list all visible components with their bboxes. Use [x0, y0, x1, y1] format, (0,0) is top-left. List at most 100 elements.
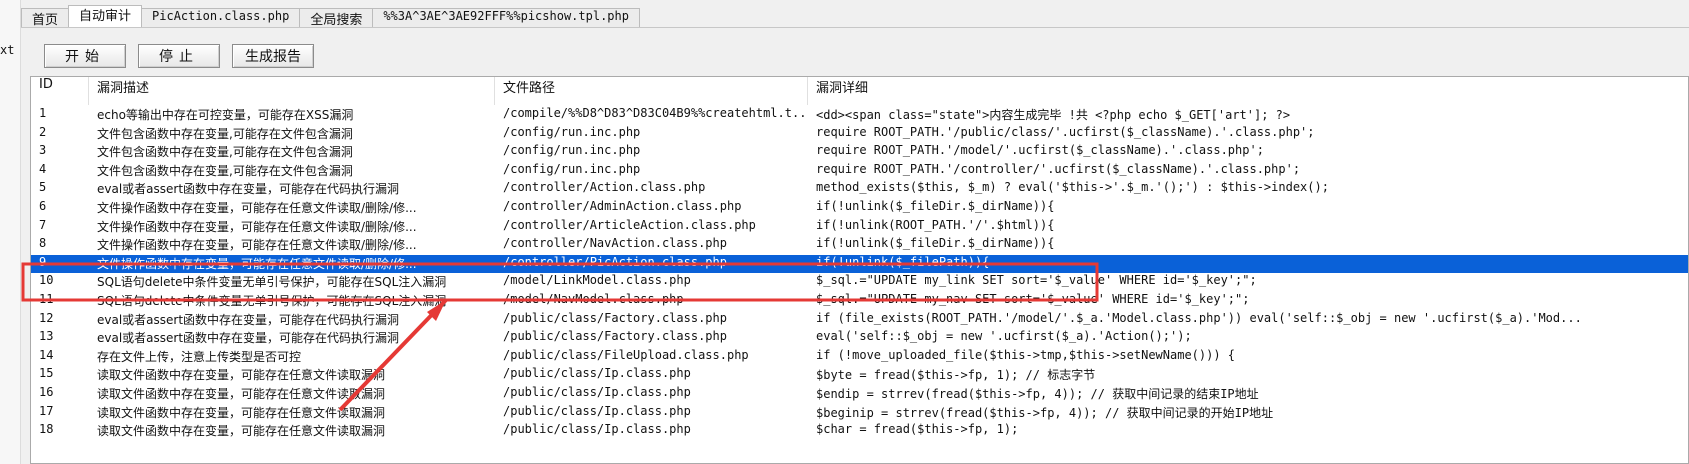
row-id: 4 — [39, 161, 47, 176]
row-description: eval或者assert函数中存在变量，可能存在代码执行漏洞 — [97, 182, 400, 197]
row-file-path: /controller/AdminAction.class.php — [503, 198, 742, 213]
row-id: 18 — [39, 422, 54, 437]
row-detail: $_sql.="UPDATE my_link SET sort='$_value… — [816, 273, 1257, 288]
generate-report-button[interactable]: 生成报告 — [232, 44, 314, 68]
table-row[interactable]: 1 echo等输出中存在可控变量，可能存在XSS漏洞/compile/%%D8^D… — [31, 106, 1688, 125]
row-description: 读取文件函数中存在变量，可能存在任意文件读取漏洞 — [97, 368, 386, 383]
vulnerability-rows: 1 echo等输出中存在可控变量，可能存在XSS漏洞/compile/%%D8^D… — [31, 106, 1688, 441]
table-row[interactable]: 15 读取文件函数中存在变量，可能存在任意文件读取漏洞/public/class/… — [31, 366, 1688, 385]
tab-global-search[interactable]: 全局搜索 — [299, 8, 374, 28]
row-id: 2 — [39, 124, 47, 139]
row-file-path: /model/LinkModel.class.php — [503, 273, 691, 288]
row-detail: if (!move_uploaded_file($this->tmp,$this… — [816, 347, 1236, 362]
row-description: 文件包含函数中存在变量,可能存在文件包含漏洞 — [97, 145, 353, 160]
left-edge-panel: xt — [0, 0, 21, 464]
row-detail: $char = fread($this->fp, 1); — [816, 422, 1019, 437]
row-description: 文件操作函数中存在变量，可能存在任意文件读取/删除/修... — [97, 256, 417, 271]
row-description: 读取文件函数中存在变量，可能存在任意文件读取漏洞 — [97, 386, 386, 401]
row-detail: require ROOT_PATH.'/model/'.ucfirst($_cl… — [816, 143, 1264, 158]
table-row[interactable]: 6 文件操作函数中存在变量，可能存在任意文件读取/删除/修... /controll… — [31, 199, 1688, 218]
column-header-description[interactable]: 漏洞描述 — [89, 77, 495, 105]
row-description: SQL语句delete中条件变量无单引号保护，可能存在SQL注入漏洞 — [97, 275, 447, 290]
row-detail: if(!unlink($_fileDir.$_dirName)){ — [816, 198, 1055, 213]
table-row[interactable]: 2 文件包含函数中存在变量,可能存在文件包含漏洞/config/run.inc.p… — [31, 125, 1688, 144]
tab-picaction-file[interactable]: PicAction.class.php — [141, 8, 301, 28]
row-id: 8 — [39, 236, 47, 251]
row-file-path: /public/class/Factory.class.php — [503, 329, 727, 344]
row-id: 7 — [39, 217, 47, 232]
table-row[interactable]: 13 eval或者assert函数中存在变量，可能存在代码执行漏洞/public/… — [31, 329, 1688, 348]
row-id: 10 — [39, 273, 54, 288]
row-detail: <dd><span class="state">内容生成完毕 !共 <?php … — [816, 108, 1291, 122]
row-description: 读取文件函数中存在变量，可能存在任意文件读取漏洞 — [97, 405, 386, 420]
table-row[interactable]: 7 文件操作函数中存在变量，可能存在任意文件读取/删除/修... /controll… — [31, 218, 1688, 237]
column-header-detail[interactable]: 漏洞详细 — [808, 77, 1688, 105]
table-row[interactable]: 4 文件包含函数中存在变量,可能存在文件包含漏洞/config/run.inc.p… — [31, 162, 1688, 181]
left-clipped-text: xt — [0, 43, 15, 57]
row-file-path: /public/class/Ip.class.php — [503, 422, 691, 437]
row-description: 文件操作函数中存在变量，可能存在任意文件读取/删除/修... — [97, 200, 417, 215]
row-description: 读取文件函数中存在变量，可能存在任意文件读取漏洞 — [97, 424, 386, 439]
row-file-path: /controller/PicAction.class.php — [503, 254, 727, 269]
stop-button[interactable]: 停止 — [138, 44, 220, 68]
row-detail: require ROOT_PATH.'/public/class/'.ucfir… — [816, 124, 1315, 139]
row-detail: require ROOT_PATH.'/controller/'.ucfirst… — [816, 161, 1301, 176]
table-row[interactable]: 18 读取文件函数中存在变量，可能存在任意文件读取漏洞/public/class/… — [31, 422, 1688, 441]
tab-bar: 首页 自动审计 PicAction.class.php 全局搜索 %%3A^3A… — [21, 5, 640, 28]
row-id: 1 — [39, 106, 47, 120]
table-row[interactable]: 8 文件操作函数中存在变量，可能存在任意文件读取/删除/修... /controll… — [31, 236, 1688, 255]
row-description: 文件操作函数中存在变量，可能存在任意文件读取/删除/修... — [97, 238, 417, 253]
table-row[interactable]: 11 SQL语句delete中条件变量无单引号保护，可能存在SQL注入漏洞/mod… — [31, 292, 1688, 311]
tab-home[interactable]: 首页 — [21, 8, 70, 28]
row-id: 14 — [39, 347, 54, 362]
row-file-path: /config/run.inc.php — [503, 143, 641, 158]
row-file-path: /public/class/Factory.class.php — [503, 310, 727, 325]
row-id: 17 — [39, 403, 54, 418]
row-description: 文件包含函数中存在变量,可能存在文件包含漏洞 — [97, 163, 353, 178]
row-id: 11 — [39, 291, 54, 306]
row-file-path: /controller/Action.class.php — [503, 180, 706, 195]
row-detail: if(!unlink(ROOT_PATH.'/'.$html)){ — [816, 217, 1055, 232]
start-button[interactable]: 开始 — [44, 44, 126, 68]
table-row[interactable]: 5 eval或者assert函数中存在变量，可能存在代码执行漏洞/controll… — [31, 180, 1688, 199]
row-detail: method_exists($this, $_m) ? eval('$this-… — [816, 180, 1329, 195]
row-id: 3 — [39, 143, 47, 158]
table-row[interactable]: 3 文件包含函数中存在变量,可能存在文件包含漏洞/config/run.inc.p… — [31, 143, 1688, 162]
row-file-path: /controller/NavAction.class.php — [503, 236, 727, 251]
row-description: 存在文件上传，注意上传类型是否可控 — [97, 349, 302, 364]
row-id: 15 — [39, 366, 54, 381]
row-file-path: /config/run.inc.php — [503, 124, 641, 139]
vulnerability-list[interactable]: ID 漏洞描述 文件路径 漏洞详细 1 echo等输出中存在可控变量，可能存在XS… — [30, 76, 1689, 464]
table-row[interactable]: 10 SQL语句delete中条件变量无单引号保护，可能存在SQL注入漏洞/mod… — [31, 273, 1688, 292]
selected-table-row[interactable]: 9 文件操作函数中存在变量，可能存在任意文件读取/删除/修... /controll… — [31, 254, 1688, 274]
tab-picshow-tpl-file[interactable]: %%3A^3AE^3AE92FFF%%picshow.tpl.php — [372, 8, 640, 28]
row-detail: if (file_exists(ROOT_PATH.'/model/'.$_a.… — [816, 310, 1582, 325]
row-detail: $beginip = strrev(fread($this->fp, 4)); … — [816, 405, 1274, 420]
row-id: 13 — [39, 329, 54, 344]
tab-auto-audit[interactable]: 自动审计 — [68, 5, 143, 28]
row-detail: $endip = strrev(fread($this->fp, 4)); //… — [816, 386, 1259, 401]
table-row[interactable]: 14 存在文件上传，注意上传类型是否可控/public/class/FileUpl… — [31, 348, 1688, 367]
row-file-path: /public/class/Ip.class.php — [503, 366, 691, 381]
column-header-file-path[interactable]: 文件路径 — [495, 77, 808, 105]
row-detail: $byte = fread($this->fp, 1); // 标志字节 — [816, 368, 1096, 383]
row-file-path: /public/class/FileUpload.class.php — [503, 347, 749, 362]
row-file-path: /config/run.inc.php — [503, 161, 641, 176]
table-row[interactable]: 17 读取文件函数中存在变量，可能存在任意文件读取漏洞/public/class/… — [31, 404, 1688, 423]
row-file-path: /compile/%%D8^D83^D83C04B9%%createhtml.t… — [503, 106, 808, 120]
row-description: 文件操作函数中存在变量，可能存在任意文件读取/删除/修... — [97, 219, 417, 234]
row-id: 9 — [39, 254, 47, 269]
row-description: eval或者assert函数中存在变量，可能存在代码执行漏洞 — [97, 312, 400, 327]
table-row[interactable]: 12 eval或者assert函数中存在变量，可能存在代码执行漏洞/public/… — [31, 311, 1688, 330]
tab-divider — [21, 27, 1689, 28]
row-description: echo等输出中存在可控变量，可能存在XSS漏洞 — [97, 108, 354, 122]
row-id: 5 — [39, 180, 47, 195]
column-header-id[interactable]: ID — [31, 77, 89, 105]
row-file-path: /model/NavModel.class.php — [503, 291, 684, 306]
row-detail: if(!unlink($_filePath)){ — [816, 254, 990, 269]
row-id: 16 — [39, 384, 54, 399]
table-row[interactable]: 16 读取文件函数中存在变量，可能存在任意文件读取漏洞/public/class/… — [31, 385, 1688, 404]
row-file-path: /controller/ArticleAction.class.php — [503, 217, 756, 232]
row-id: 6 — [39, 198, 47, 213]
row-description: eval或者assert函数中存在变量，可能存在代码执行漏洞 — [97, 331, 400, 346]
